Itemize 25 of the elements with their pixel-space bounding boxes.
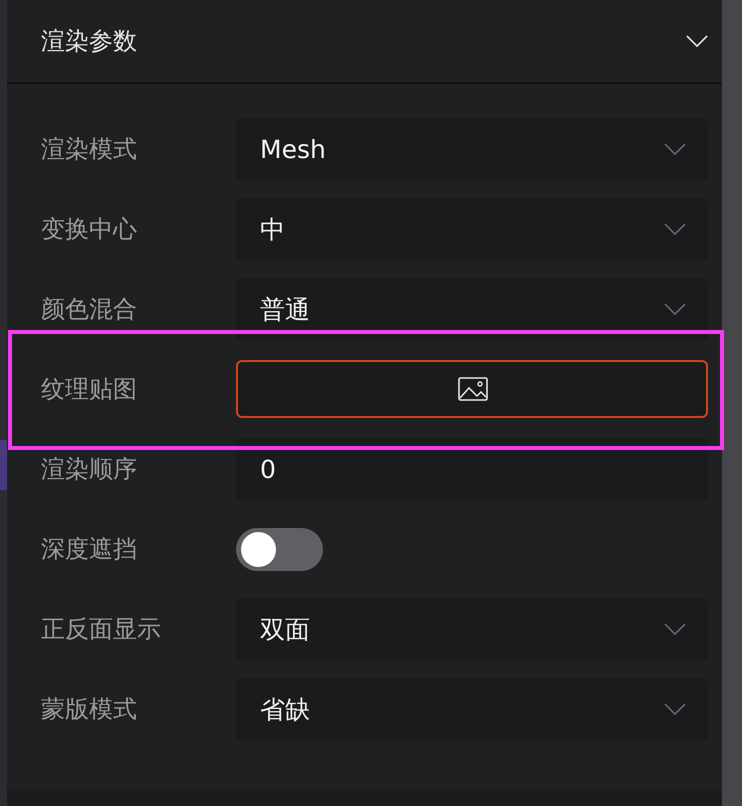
- dropdown[interactable]: 省缺: [236, 678, 708, 740]
- image-picker[interactable]: [236, 360, 708, 418]
- accent-bar: [0, 440, 7, 490]
- chevron-icon: [664, 622, 686, 636]
- chevron-icon: [664, 142, 686, 156]
- field-label: 蒙版模式: [41, 694, 138, 725]
- field-label: 渲染模式: [41, 134, 138, 165]
- dropdown[interactable]: 双面: [236, 598, 708, 660]
- chevron-icon[interactable]: [686, 34, 708, 48]
- field-label: 深度遮挡: [41, 534, 138, 565]
- field-label: 颜色混合: [41, 294, 138, 325]
- field-label: 正反面显示: [41, 614, 162, 645]
- toggle-switch[interactable]: [236, 528, 323, 570]
- field-label: 渲染顺序: [41, 454, 138, 485]
- field-label: 纹理贴图: [41, 374, 138, 405]
- chevron-icon: [664, 222, 686, 236]
- chevron-icon: [664, 302, 686, 316]
- field-label: 变换中心: [41, 214, 138, 245]
- dropdown[interactable]: 中: [236, 198, 708, 260]
- panel-title: 渲染参数: [41, 26, 137, 57]
- image-icon: [458, 377, 488, 401]
- number-field[interactable]: 0: [236, 438, 708, 500]
- dropdown[interactable]: 普通: [236, 278, 708, 340]
- dropdown[interactable]: Mesh: [236, 118, 708, 180]
- chevron-icon: [664, 702, 686, 716]
